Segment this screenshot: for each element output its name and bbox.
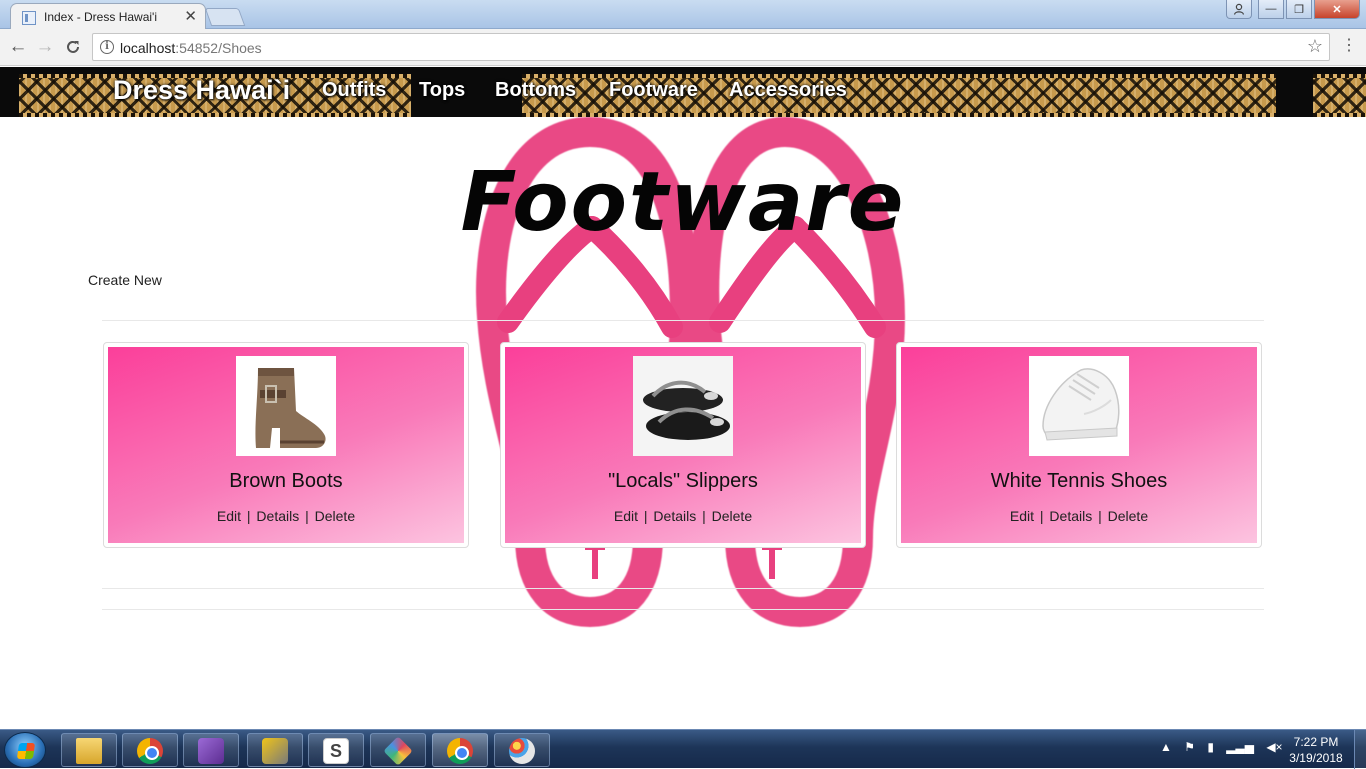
product-image	[1029, 356, 1129, 456]
page-icon	[22, 11, 36, 25]
minimize-button[interactable]: —	[1258, 0, 1284, 19]
git-client-icon	[383, 736, 413, 766]
details-link[interactable]: Details	[256, 508, 299, 524]
taskbar-visual-studio[interactable]	[183, 733, 239, 767]
windows-logo-icon	[16, 743, 36, 759]
start-button[interactable]	[4, 732, 46, 768]
brown-boot-image	[236, 356, 336, 456]
product-card: Brown Boots Edit | Details | Delete	[103, 342, 469, 548]
action-separator: |	[246, 508, 251, 524]
taskbar-git-client[interactable]	[370, 733, 426, 767]
nav-accessories[interactable]: Accessories	[729, 79, 847, 102]
edit-link[interactable]: Edit	[1010, 508, 1034, 524]
product-card: "Locals" Slippers Edit | Details | Delet…	[500, 342, 866, 548]
taskbar-chrome[interactable]	[122, 733, 178, 767]
taskbar-slack[interactable]: S	[308, 733, 364, 767]
create-new-link[interactable]: Create New	[88, 272, 162, 288]
windows-taskbar: S ▲ ⚑ ▮ ▂▃▅ ◀× 7:22 PM 3/19/2018	[0, 729, 1366, 769]
chrome-icon	[447, 738, 473, 764]
delete-link[interactable]: Delete	[1108, 508, 1148, 524]
show-desktop-button[interactable]	[1354, 730, 1366, 769]
taskbar-chrome-active[interactable]	[432, 733, 488, 767]
divider	[102, 609, 1264, 610]
nav-bottoms[interactable]: Bottoms	[495, 79, 576, 102]
tools-icon	[262, 738, 288, 764]
product-name: White Tennis Shoes	[990, 470, 1168, 492]
back-arrow-icon[interactable]: ←	[7, 36, 29, 58]
system-clock[interactable]: 7:22 PM 3/19/2018	[1280, 734, 1352, 766]
nav-tops[interactable]: Tops	[419, 79, 465, 102]
reload-icon[interactable]	[62, 36, 84, 58]
product-actions: Edit | Details | Delete	[901, 508, 1257, 524]
bookmark-star-icon[interactable]: ☆	[1307, 36, 1323, 57]
clock-date: 3/19/2018	[1289, 751, 1343, 765]
paint-icon	[509, 738, 535, 764]
black-slippers-image	[633, 356, 733, 456]
white-sneaker-image	[1029, 356, 1129, 456]
network-signal-icon[interactable]: ▂▃▅	[1226, 740, 1254, 754]
product-name: Brown Boots	[229, 470, 343, 492]
slack-icon: S	[323, 738, 349, 764]
forward-arrow-icon[interactable]: →	[34, 36, 56, 58]
action-separator: |	[702, 508, 706, 524]
browser-menu-icon[interactable]: ⋮	[1341, 36, 1357, 56]
show-hidden-icons-icon[interactable]: ▲	[1160, 740, 1172, 754]
browser-tab[interactable]: Index - Dress Hawai'i ✕	[10, 3, 206, 30]
brand-link[interactable]: Dress Hawai`i	[113, 75, 290, 106]
address-bar[interactable]: i localhost:54852/Shoes ☆	[92, 33, 1330, 61]
site-info-icon[interactable]: i	[100, 40, 114, 54]
folder-icon	[76, 738, 102, 764]
nav-footware[interactable]: Footware	[609, 79, 698, 102]
maximize-button[interactable]: ❐	[1286, 0, 1312, 19]
page-content: Footware Create New Brown Boots Edit | D…	[0, 117, 1366, 729]
details-link[interactable]: Details	[1049, 508, 1092, 524]
tab-title: Index - Dress Hawai'i	[44, 10, 157, 24]
details-link[interactable]: Details	[653, 508, 696, 524]
browser-titlebar: Index - Dress Hawai'i ✕ — ❐ ✕	[0, 0, 1366, 30]
browser-toolbar: ← → i localhost:54852/Shoes ☆ ⋮	[0, 29, 1366, 66]
action-separator: |	[1098, 508, 1102, 524]
close-window-button[interactable]: ✕	[1314, 0, 1360, 19]
delete-link[interactable]: Delete	[315, 508, 355, 524]
divider	[102, 588, 1264, 589]
product-image	[236, 356, 336, 456]
taskbar-paint[interactable]	[494, 733, 550, 767]
taskbar-tools[interactable]	[247, 733, 303, 767]
action-separator: |	[305, 508, 309, 524]
product-card: White Tennis Shoes Edit | Details | Dele…	[896, 342, 1262, 548]
action-separator: |	[1039, 508, 1044, 524]
page-title: Footware	[460, 155, 906, 250]
edit-link[interactable]: Edit	[217, 508, 241, 524]
system-tray: ▲ ⚑ ▮ ▂▃▅ ◀×	[1160, 740, 1292, 754]
new-tab-button[interactable]	[204, 8, 246, 26]
delete-link[interactable]: Delete	[712, 508, 752, 524]
chrome-icon	[137, 738, 163, 764]
nav-outfits[interactable]: Outfits	[322, 79, 386, 102]
power-icon[interactable]: ▮	[1207, 740, 1214, 754]
user-profile-icon[interactable]	[1226, 0, 1252, 19]
product-name: "Locals" Slippers	[608, 470, 758, 492]
product-actions: Edit | Details | Delete	[108, 508, 464, 524]
window-controls: — ❐ ✕	[1226, 0, 1360, 19]
visual-studio-icon	[198, 738, 224, 764]
divider	[102, 320, 1264, 321]
product-actions: Edit | Details | Delete	[505, 508, 861, 524]
edit-link[interactable]: Edit	[614, 508, 638, 524]
action-separator: |	[643, 508, 648, 524]
action-center-flag-icon[interactable]: ⚑	[1184, 740, 1195, 754]
url-text: localhost:54852/Shoes	[120, 40, 262, 56]
close-tab-icon[interactable]: ✕	[184, 7, 197, 25]
taskbar-file-explorer[interactable]	[61, 733, 117, 767]
product-image	[633, 356, 733, 456]
clock-time: 7:22 PM	[1293, 735, 1339, 749]
site-navbar: Dress Hawai`i Outfits Tops Bottoms Footw…	[0, 67, 1366, 117]
